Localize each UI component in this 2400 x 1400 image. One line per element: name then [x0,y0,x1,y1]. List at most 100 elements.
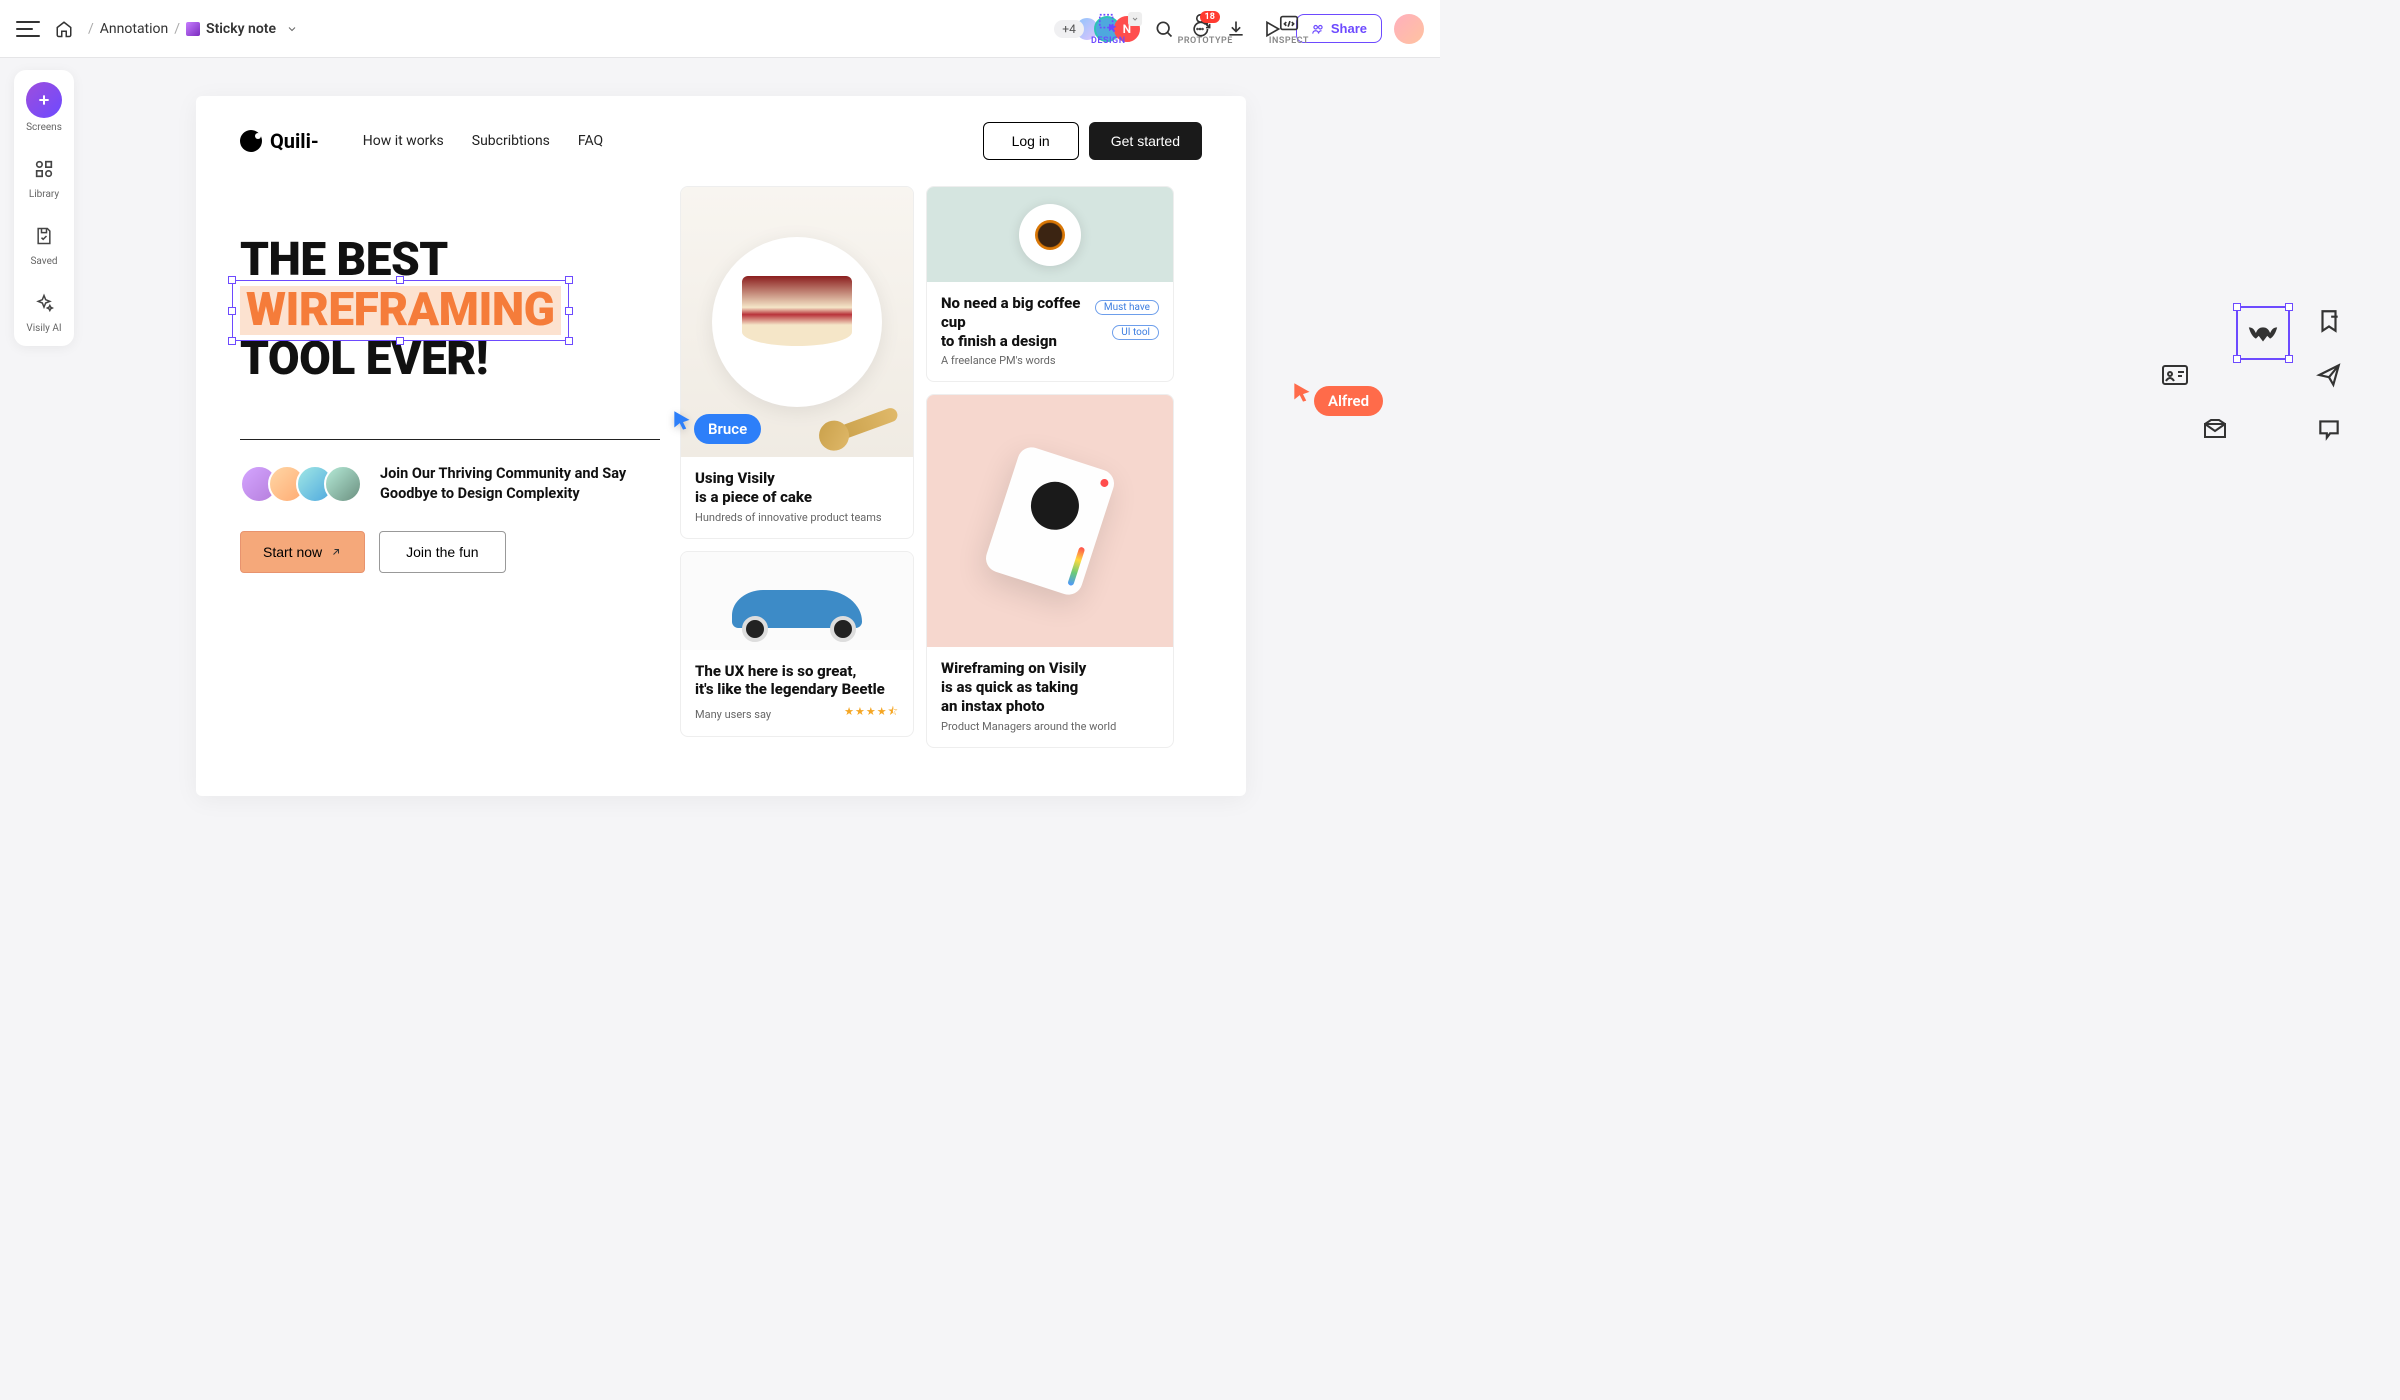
play-icon[interactable] [1260,17,1284,41]
breadcrumb-parent[interactable]: Annotation [100,21,168,37]
chat-icon[interactable] [2314,414,2344,444]
mock-site-body: THE BEST WIREFRAMING TOOL EVER! [196,186,1246,748]
selection-handle[interactable] [565,276,573,284]
chevron-down-icon[interactable] [286,23,298,35]
card-beetle[interactable]: The UX here is so great,it's like the le… [680,551,914,738]
mode-design-label: DESIGN [1091,36,1126,46]
comment-badge: 18 [1200,11,1220,23]
cursor-icon [1290,380,1316,406]
card-tags: Must have UI tool [1095,300,1159,340]
star-rating: ★★★★⯪ [844,703,899,722]
card-subtitle: Many users say [695,708,771,721]
bookmark-icon[interactable] [2314,306,2344,336]
sidebar-item-ai[interactable]: Visily AI [26,287,61,334]
community-row: Join Our Thriving Community and Say Good… [240,464,660,505]
design-dropdown[interactable] [1128,12,1142,26]
hero-section: THE BEST WIREFRAMING TOOL EVER! [240,186,660,748]
comments-icon[interactable]: 18 [1188,17,1212,41]
home-icon[interactable] [52,17,76,41]
nav-subscriptions[interactable]: Subcribtions [472,133,550,149]
breadcrumb-current[interactable]: Sticky note [206,21,276,37]
selection-handle[interactable] [565,337,573,345]
download-icon[interactable] [1224,17,1248,41]
get-started-button[interactable]: Get started [1089,122,1202,160]
share-label: Share [1331,21,1367,36]
plus-icon [26,82,62,118]
sparkle-icon [28,287,60,319]
card-title: Wireframing on Visilyis as quick as taki… [941,659,1159,715]
id-card-icon[interactable] [2160,360,2190,390]
breadcrumb-sep: / [174,21,180,37]
send-icon[interactable] [2314,360,2344,390]
sidebar-label: Visily AI [26,323,61,334]
cards-grid: Using Visilyis a piece of cake Hundreds … [680,186,1174,748]
card-subtitle: Product Managers around the world [941,720,1159,733]
card-title: Using Visilyis a piece of cake [695,469,899,507]
logo-mark-icon [240,130,262,152]
card-cake[interactable]: Using Visilyis a piece of cake Hundreds … [680,186,914,539]
selection-handle[interactable] [396,276,404,284]
cursor-label: Alfred [1314,386,1383,416]
site-logo-text: Quili- [270,129,319,153]
login-button[interactable]: Log in [983,122,1079,160]
selection-handle[interactable] [565,307,573,315]
cursor-label: Bruce [694,414,761,444]
community-avatars [240,465,362,503]
card-subtitle: A freelance PM's words [941,354,1085,367]
envelope-icon[interactable] [2200,414,2230,444]
cursor-alfred: Alfred [1290,370,1383,416]
sidebar-label: Screens [26,122,62,133]
share-icon [1311,22,1325,36]
card-title: No need a big coffee cupto finish a desi… [941,294,1085,350]
instax-image [927,395,1173,647]
selection-handle[interactable] [228,307,236,315]
site-header-right: Log in Get started [983,122,1202,160]
hero-cta: Start now Join the fun [240,531,660,573]
profile-avatar[interactable] [1394,14,1424,44]
selection-box[interactable] [232,280,569,342]
avatar [324,465,362,503]
beetle-image [681,552,913,650]
selection-handle[interactable] [228,337,236,345]
card-title: The UX here is so great,it's like the le… [695,662,899,700]
community-text: Join Our Thriving Community and Say Good… [380,464,660,505]
saved-icon [28,220,60,252]
topbar: / Annotation / Sticky note DESIGN PROT [0,0,1440,58]
divider [240,439,660,440]
card-subtitle: Hundreds of innovative product teams [695,511,899,524]
site-logo[interactable]: Quili- [240,129,319,153]
sidebar-item-screens[interactable]: Screens [26,82,62,133]
mode-design[interactable]: DESIGN [1091,12,1126,46]
menu-icon[interactable] [16,21,40,37]
selection-handle[interactable] [396,337,404,345]
coffee-image [927,187,1173,282]
sidebar-label: Library [29,189,59,200]
sidebar-item-library[interactable]: Library [28,153,60,200]
library-icon [28,153,60,185]
cursor-bruce: Bruce [670,398,761,444]
nav-faq[interactable]: FAQ [578,133,603,149]
design-canvas[interactable]: Quili- How it works Subcribtions FAQ Log… [196,96,1246,796]
sticky-note-icon [186,22,200,36]
nav-how[interactable]: How it works [363,133,444,149]
tag[interactable]: Must have [1095,300,1159,315]
join-fun-button[interactable]: Join the fun [379,531,505,573]
tag[interactable]: UI tool [1112,325,1159,340]
card-coffee[interactable]: No need a big coffee cupto finish a desi… [926,186,1174,382]
start-now-label: Start now [263,544,322,560]
hero-highlight-selected[interactable]: WIREFRAMING [240,286,561,336]
left-sidebar: Screens Library Saved Visily AI [14,70,74,346]
hero-title[interactable]: THE BEST WIREFRAMING TOOL EVER! [240,236,660,385]
mock-site-header: Quili- How it works Subcribtions FAQ Log… [196,96,1246,186]
sidebar-label: Saved [30,256,57,267]
breadcrumb-sep: / [88,21,94,37]
start-now-button[interactable]: Start now [240,531,365,573]
cursor-icon [670,408,696,434]
design-icon [1097,12,1119,34]
selection-handle[interactable] [228,276,236,284]
search-icon[interactable] [1152,17,1176,41]
card-instax[interactable]: Wireframing on Visilyis as quick as taki… [926,394,1174,747]
avatar-more-count[interactable]: +4 [1054,20,1084,38]
breadcrumb: / Annotation / Sticky note [88,21,298,37]
sidebar-item-saved[interactable]: Saved [28,220,60,267]
